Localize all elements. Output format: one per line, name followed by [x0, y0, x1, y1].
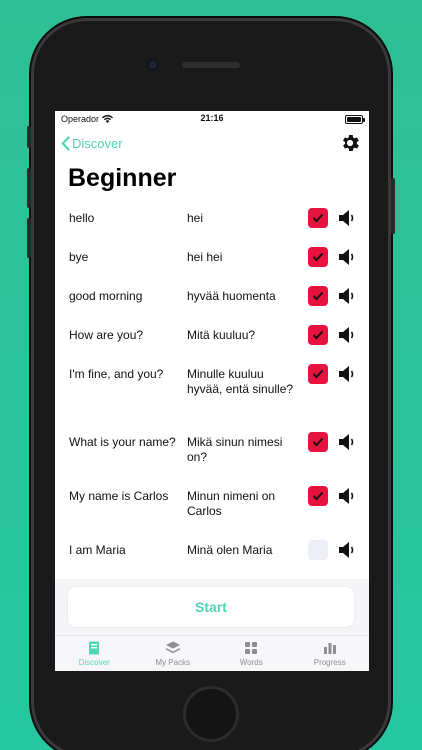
- tab-words[interactable]: Words: [212, 636, 291, 671]
- phrase-row: How are you? Mitä kuuluu?: [55, 320, 369, 359]
- phrase-finnish: Mikä sinun nimesi on?: [187, 435, 283, 464]
- phrase-english: My name is Carlos: [69, 489, 169, 503]
- speaker-icon[interactable]: [337, 486, 355, 506]
- power-button: [391, 178, 395, 234]
- phrase-checkbox[interactable]: [308, 432, 328, 452]
- volume-down-button: [27, 218, 31, 258]
- phrase-checkbox[interactable]: [308, 247, 328, 267]
- tab-label: Progress: [313, 658, 346, 667]
- book-icon: [89, 641, 100, 655]
- tab-my-packs[interactable]: My Packs: [134, 636, 213, 671]
- front-camera: [147, 59, 159, 71]
- speaker-icon[interactable]: [337, 540, 355, 560]
- phrase-english: I'm fine, and you?: [69, 367, 164, 381]
- phrase-checkbox[interactable]: [308, 486, 328, 506]
- checkmark-icon: [312, 330, 324, 340]
- speaker-icon[interactable]: [337, 286, 355, 306]
- status-time: 21:16: [200, 113, 224, 123]
- phrase-list: hello hei bye hei hei good morning hyvää…: [55, 203, 369, 574]
- phrase-english: hello: [69, 211, 95, 225]
- phrase-row: good morning hyvää huomenta: [55, 281, 369, 320]
- back-button[interactable]: Discover: [61, 136, 123, 151]
- phrase-finnish: Minulle kuuluu hyvää, entä sinulle?: [187, 367, 294, 396]
- mute-switch: [27, 126, 31, 148]
- speaker-icon[interactable]: [337, 247, 355, 267]
- gear-icon[interactable]: [339, 132, 361, 154]
- checkmark-icon: [312, 437, 324, 447]
- phrase-row: bye hei hei: [55, 242, 369, 281]
- tab-discover[interactable]: Discover: [55, 636, 134, 671]
- layers-icon: [165, 641, 180, 654]
- status-bar: Operador 21:16: [55, 111, 369, 127]
- tab-bar: Discover My Packs Words Progress: [55, 635, 369, 671]
- phrase-english: What is your name?: [69, 435, 176, 449]
- chevron-left-icon: [61, 135, 70, 151]
- home-button: [183, 686, 239, 742]
- phrase-checkbox[interactable]: [308, 540, 328, 560]
- checkmark-icon: [312, 291, 324, 301]
- phrase-finnish: Minun nimeni on Carlos: [187, 489, 276, 518]
- page-title: Beginner: [68, 164, 177, 192]
- phrase-checkbox[interactable]: [308, 325, 328, 345]
- phrase-finnish: hei hei: [187, 250, 223, 264]
- start-button[interactable]: Start: [68, 587, 354, 627]
- phrase-finnish: hei: [187, 211, 204, 225]
- battery-icon: [345, 114, 365, 124]
- phrase-row: My name is Carlos Minun nimeni on Carlos: [55, 481, 369, 535]
- speaker-icon[interactable]: [337, 208, 355, 228]
- tab-label: Words: [239, 658, 263, 667]
- phrase-row: What is your name? Mikä sinun nimesi on?: [55, 427, 369, 481]
- phrase-finnish: Mitä kuuluu?: [187, 328, 256, 342]
- phrase-checkbox[interactable]: [308, 364, 328, 384]
- phrase-english: How are you?: [69, 328, 144, 342]
- phrase-checkbox[interactable]: [308, 286, 328, 306]
- checkmark-icon: [312, 213, 324, 223]
- phrase-row: I am Maria Minä olen Maria: [55, 535, 369, 574]
- earpiece-speaker: [182, 62, 240, 68]
- back-label: Discover: [72, 135, 123, 151]
- speaker-icon[interactable]: [337, 432, 355, 452]
- checkmark-icon: [312, 252, 324, 262]
- tab-label: My Packs: [155, 658, 191, 667]
- app-screen: Operador 21:16 Discover Beginner hello h…: [55, 111, 369, 671]
- phrase-english: bye: [69, 250, 89, 264]
- phrase-finnish: hyvää huomenta: [187, 289, 276, 303]
- speaker-icon[interactable]: [337, 325, 355, 345]
- phrase-english: I am Maria: [69, 543, 126, 557]
- phrase-english: good morning: [69, 289, 143, 303]
- speaker-icon[interactable]: [337, 364, 355, 384]
- nav-bar: Discover: [55, 127, 369, 159]
- phrase-row: hello hei: [55, 203, 369, 242]
- tab-progress[interactable]: Progress: [291, 636, 370, 671]
- checkmark-icon: [312, 369, 324, 379]
- tab-label: Discover: [78, 658, 110, 667]
- volume-up-button: [27, 168, 31, 208]
- phrase-row: I'm fine, and you? Minulle kuuluu hyvää,…: [55, 359, 369, 427]
- bar-chart-icon: [323, 643, 336, 654]
- checkmark-icon: [312, 491, 324, 501]
- grid-icon: [245, 642, 258, 654]
- phrase-checkbox[interactable]: [308, 208, 328, 228]
- phrase-finnish: Minä olen Maria: [187, 543, 273, 557]
